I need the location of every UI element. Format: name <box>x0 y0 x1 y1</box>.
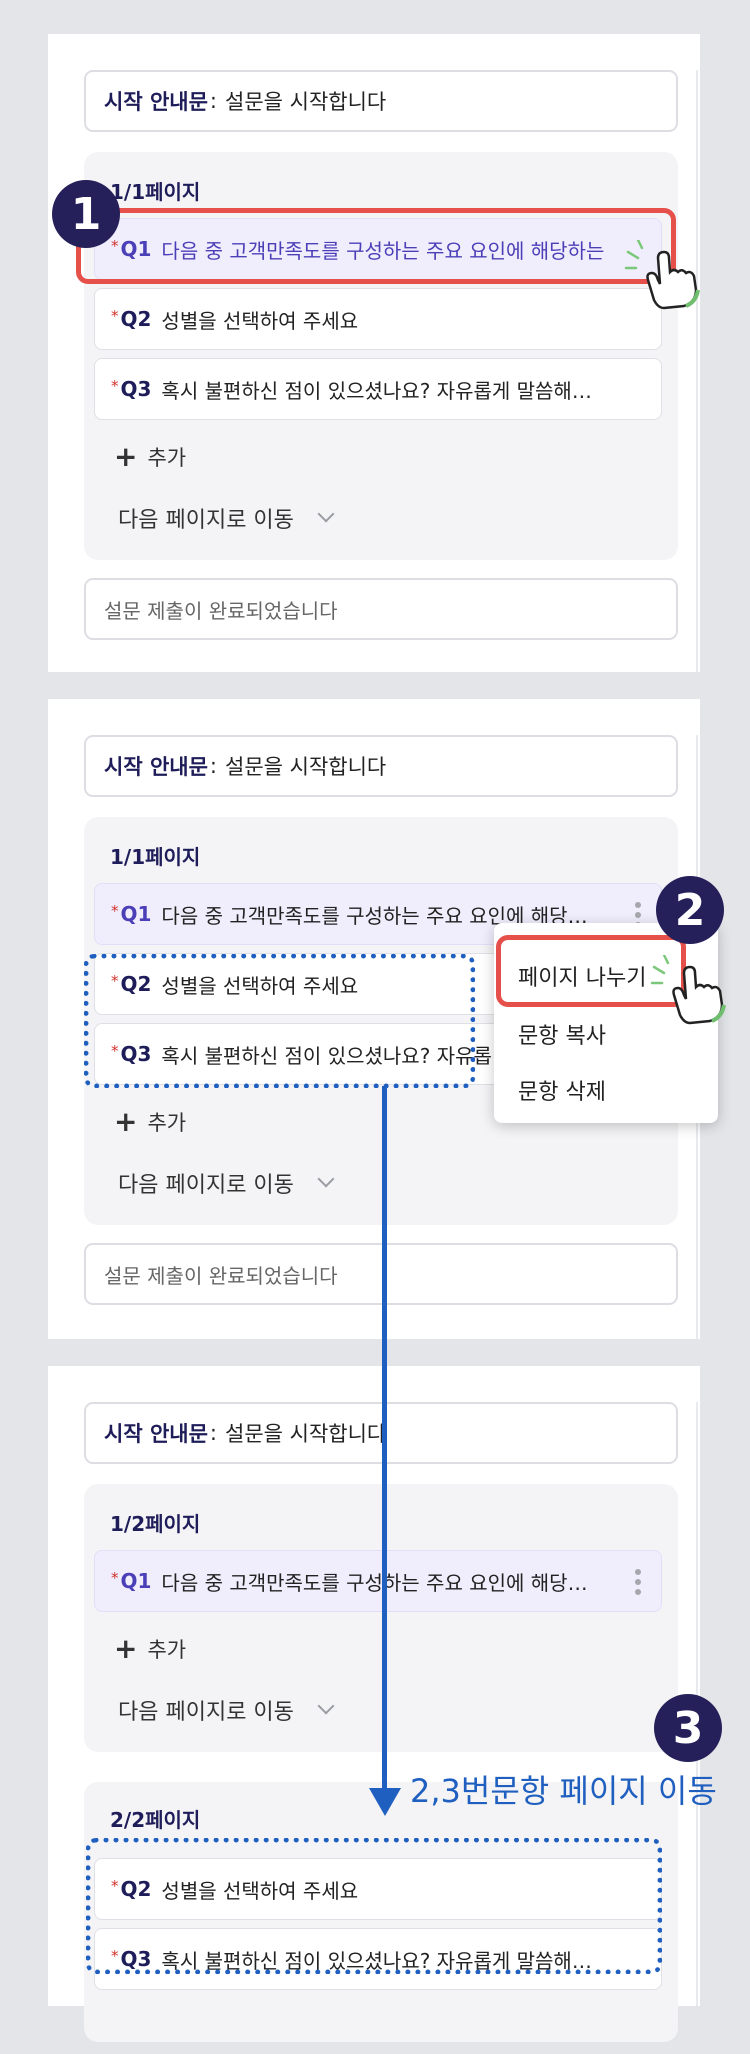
move-arrow-line <box>382 1086 387 1790</box>
step-3-badge: 3 <box>654 1694 722 1762</box>
question-text: 혹시 불편하신 점이 있으셨나요? 자유롭게 말씀해… <box>161 378 592 403</box>
moved-questions-outline <box>86 1838 662 1974</box>
plus-icon: + <box>114 440 138 473</box>
more-options-icon[interactable] <box>635 1569 641 1595</box>
intro-label: 시작 안내문 <box>104 1422 208 1446</box>
completion-field[interactable]: 설문 제출이 완료되었습니다 <box>84 578 678 640</box>
required-mark: * <box>111 902 119 920</box>
page-title: 1/1페이지 <box>110 180 201 204</box>
intro-label: 시작 안내문 <box>104 755 208 779</box>
step-1-badge: 1 <box>52 180 120 248</box>
page-section-1: 1/2페이지 * Q1 다음 중 고객만족도를 구성하는 주요 요인에 해당… … <box>84 1484 678 1752</box>
tap-hand-icon <box>650 955 726 1025</box>
required-mark: * <box>111 307 119 325</box>
move-note: 2,3번문항 페이지 이동 <box>410 1772 717 1810</box>
add-question-button[interactable]: + 추가 <box>114 440 186 473</box>
next-page-label: 다음 페이지로 이동 <box>118 508 294 533</box>
chevron-down-icon <box>317 1697 335 1715</box>
intro-label: 시작 안내문 <box>104 90 208 114</box>
tap-hand-icon <box>624 240 700 310</box>
menu-item-copy-question[interactable]: 문항 복사 <box>518 1018 606 1050</box>
q1-highlight-box <box>76 208 676 284</box>
add-label: 추가 <box>147 445 187 470</box>
intro-field[interactable]: 시작 안내문 : 설문을 시작합니다 <box>84 735 678 797</box>
question-text: 다음 중 고객만족도를 구성하는 주요 요인에 해당… <box>161 1570 588 1595</box>
intro-field[interactable]: 시작 안내문 : 설문을 시작합니다 <box>84 70 678 132</box>
question-number: Q1 <box>120 1569 152 1593</box>
step-2-badge: 2 <box>656 876 724 944</box>
question-number: Q1 <box>120 902 152 926</box>
plus-icon: + <box>114 1105 138 1138</box>
completion-text: 설문 제출이 완료되었습니다 <box>104 598 338 623</box>
question-text: 성별을 선택하여 주세요 <box>161 308 359 333</box>
move-arrow-head <box>369 1788 401 1816</box>
intro-text: 설문을 시작합니다 <box>225 1422 387 1446</box>
chevron-down-icon <box>317 505 335 523</box>
next-page-dropdown[interactable]: 다음 페이지로 이동 <box>118 1694 335 1726</box>
add-question-button[interactable]: + 추가 <box>114 1632 186 1665</box>
add-label: 추가 <box>147 1110 187 1135</box>
intro-text: 설문을 시작합니다 <box>225 90 387 114</box>
page-title: 1/2페이지 <box>110 1512 201 1536</box>
question-row-q3[interactable]: * Q3 혹시 불편하신 점이 있으셨나요? 자유롭게 말씀해… <box>94 358 662 420</box>
page-title: 2/2페이지 <box>110 1808 201 1832</box>
intro-separator: : <box>209 754 217 778</box>
intro-field[interactable]: 시작 안내문 : 설문을 시작합니다 <box>84 1402 678 1464</box>
q2-q3-selection-outline <box>84 954 475 1088</box>
question-row-q1[interactable]: * Q1 다음 중 고객만족도를 구성하는 주요 요인에 해당… <box>94 1550 662 1612</box>
survey-editor-panel-step1: 시작 안내문 : 설문을 시작합니다 1/1페이지 * Q1 다음 중 고객만족… <box>48 34 712 672</box>
menu-item-delete-question[interactable]: 문항 삭제 <box>518 1074 606 1106</box>
next-page-label: 다음 페이지로 이동 <box>118 1700 294 1725</box>
intro-separator: : <box>209 89 217 113</box>
required-mark: * <box>111 377 119 395</box>
page-title: 1/1페이지 <box>110 845 201 869</box>
next-page-label: 다음 페이지로 이동 <box>118 1173 294 1198</box>
next-page-dropdown[interactable]: 다음 페이지로 이동 <box>118 1167 335 1199</box>
completion-text: 설문 제출이 완료되었습니다 <box>104 1263 338 1288</box>
intro-text: 설문을 시작합니다 <box>225 755 387 779</box>
chevron-down-icon <box>317 1170 335 1188</box>
scroll-divider <box>696 70 698 672</box>
question-row-q2[interactable]: * Q2 성별을 선택하여 주세요 <box>94 288 662 350</box>
completion-field[interactable]: 설문 제출이 완료되었습니다 <box>84 1243 678 1305</box>
add-question-button[interactable]: + 추가 <box>114 1105 186 1138</box>
next-page-dropdown[interactable]: 다음 페이지로 이동 <box>118 502 335 534</box>
question-number: Q3 <box>120 377 152 401</box>
required-mark: * <box>111 1569 119 1587</box>
intro-separator: : <box>209 1421 217 1445</box>
plus-icon: + <box>114 1632 138 1665</box>
question-number: Q2 <box>120 307 152 331</box>
add-label: 추가 <box>147 1637 187 1662</box>
